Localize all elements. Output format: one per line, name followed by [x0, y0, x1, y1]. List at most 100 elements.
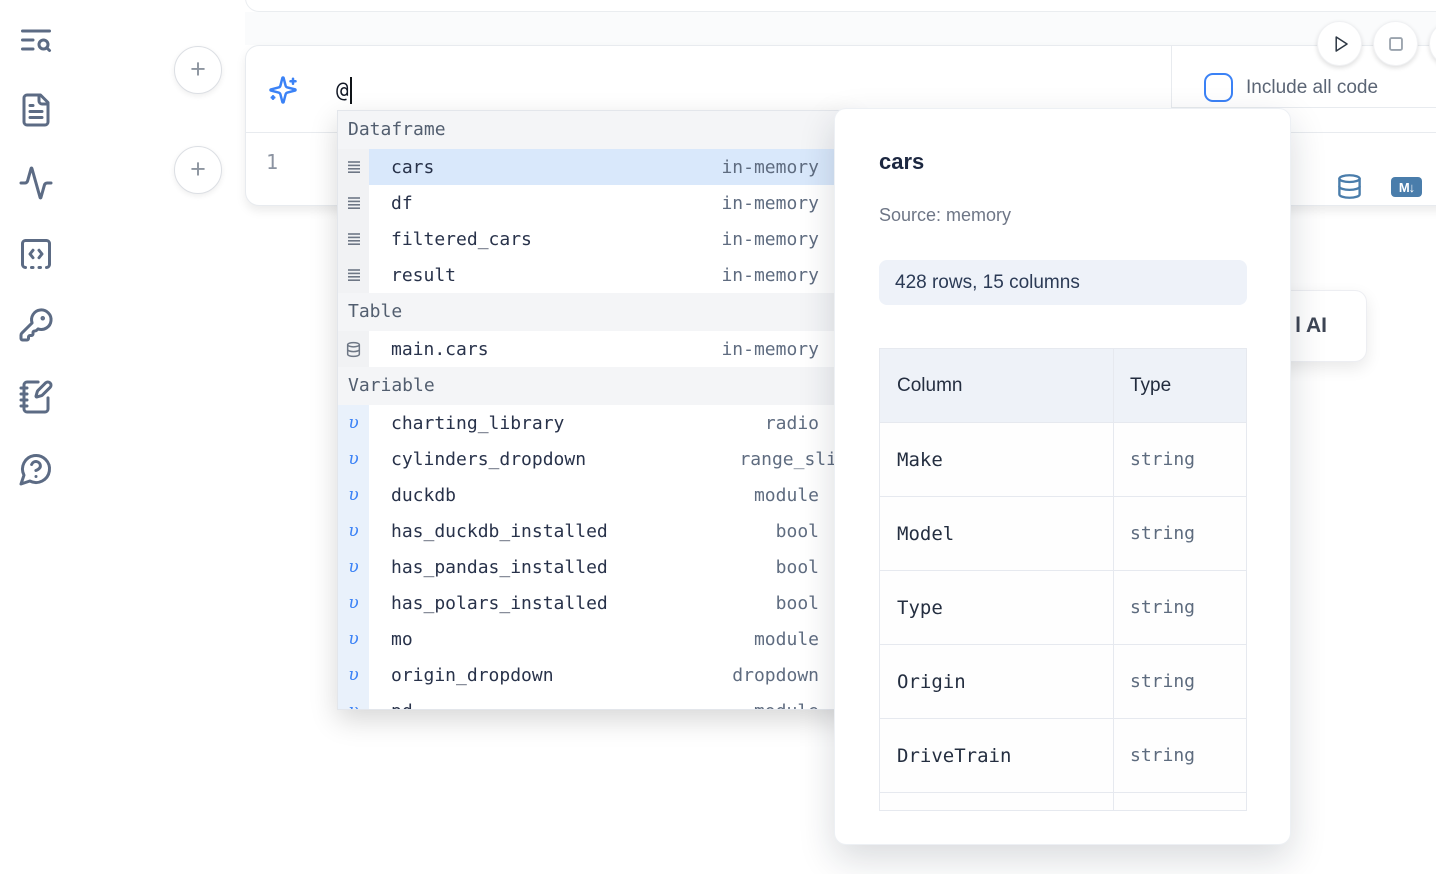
autocomplete-section-header: Variable [338, 367, 851, 405]
file-text-icon[interactable] [18, 92, 54, 128]
autocomplete-item-body: has_duckdb_installedbool [369, 513, 851, 549]
autocomplete-item-body: filtered_carsin-memory [369, 221, 851, 257]
autocomplete-item[interactable]: result in-memory [338, 257, 851, 293]
autocomplete-item[interactable]: υ mo module [338, 621, 851, 657]
completion-name: result [391, 265, 456, 286]
autocomplete-item[interactable]: carsin-memory [338, 149, 851, 185]
autocomplete-item[interactable]: υ has_pandas_installed bool [338, 549, 851, 585]
completion-type: module [754, 701, 819, 711]
autocomplete-item[interactable]: υorigin_dropdowndropdown [338, 657, 851, 693]
completion-name: mo [391, 629, 413, 650]
autocomplete-dropdown: Dataframecarsin-memorydfin-memoryfiltere… [337, 110, 852, 710]
add-cell-button-top[interactable]: + [174, 46, 222, 94]
autocomplete-item[interactable]: filtered_carsin-memory [338, 221, 851, 257]
variable-icon: υ [338, 513, 369, 549]
dataframe-preview-popover: cars Source: memory 428 rows, 15 columns… [834, 108, 1291, 845]
autocomplete-item-body: charting_library radio [369, 405, 851, 441]
autocomplete-item-body: cylinders_dropdown range_sli [369, 441, 851, 477]
completion-type: in-memory [721, 265, 819, 286]
previous-cell-edge [245, 0, 1436, 12]
completion-name: cylinders_dropdown [391, 449, 586, 470]
completion-type: in-memory [721, 157, 819, 178]
autocomplete-item[interactable]: main.cars in-memory [338, 331, 851, 367]
completion-name: origin_dropdown [391, 665, 554, 686]
include-all-code-label: Include all code [1246, 77, 1378, 99]
variable-icon: υ [338, 657, 369, 693]
add-cell-button-bottom[interactable]: + [174, 146, 222, 194]
include-all-code-checkbox[interactable] [1204, 73, 1233, 102]
variable-icon: υ [338, 693, 369, 710]
completion-name: df [391, 193, 413, 214]
variable-icon: υ [338, 477, 369, 513]
ai-prompt-value: @ [336, 78, 349, 102]
database-output-icon[interactable] [1336, 173, 1363, 200]
column-name-cell: Model [880, 497, 1114, 570]
variable-icon: υ [338, 405, 369, 441]
completion-type: module [754, 629, 819, 650]
completion-type: bool [776, 557, 819, 578]
snippets-icon[interactable] [18, 236, 54, 272]
column-name-cell: Make [880, 423, 1114, 496]
autocomplete-item-body: main.cars in-memory [369, 331, 851, 367]
rows-icon [338, 257, 369, 293]
help-icon[interactable] [18, 451, 54, 487]
autocomplete-item-body: pd module [369, 693, 851, 710]
table-row: Makestring [880, 423, 1246, 497]
autocomplete-item-body: has_polars_installedbool [369, 585, 851, 621]
completion-type: range_sli [739, 449, 837, 470]
autocomplete-item[interactable]: υduckdbmodule [338, 477, 851, 513]
autocomplete-item[interactable]: υcylinders_dropdownrange_sli [338, 441, 851, 477]
rows-icon [338, 149, 369, 185]
column-type-cell: string [1114, 423, 1246, 496]
column-type-cell: string [1114, 719, 1246, 792]
variable-icon: υ [338, 549, 369, 585]
autocomplete-item-body: duckdbmodule [369, 477, 851, 513]
markdown-icon[interactable]: M↓ [1391, 177, 1422, 197]
sparkles-icon [268, 75, 298, 105]
key-icon[interactable] [18, 307, 54, 343]
completion-name: filtered_cars [391, 229, 532, 250]
autocomplete-item[interactable]: υ pd module [338, 693, 851, 710]
autocomplete-item[interactable]: υhas_duckdb_installedbool [338, 513, 851, 549]
completion-name: main.cars [391, 339, 489, 360]
ai-prompt-input[interactable]: @ [336, 72, 352, 108]
line-number: 1 [266, 150, 278, 174]
table-row: Originstring [880, 645, 1246, 719]
table-row-clipped [880, 793, 1246, 811]
completion-name: has_pandas_installed [391, 557, 608, 578]
autocomplete-item-body: df in-memory [369, 185, 851, 221]
completion-type: bool [776, 593, 819, 614]
text-search-icon[interactable] [18, 22, 54, 58]
column-type-cell: string [1114, 645, 1246, 718]
marimo-notebook-screen: + + @ Include all code 1 M↓ l AI Datafra… [0, 0, 1436, 874]
autocomplete-item[interactable]: df in-memory [338, 185, 851, 221]
autocomplete-item[interactable]: υ charting_library radio [338, 405, 851, 441]
completion-name: pd [391, 701, 413, 711]
column-name-cell: Column [880, 349, 1114, 422]
column-name-cell: Origin [880, 645, 1114, 718]
stop-button[interactable] [1373, 21, 1418, 66]
run-cell-button[interactable] [1317, 21, 1362, 66]
table-row: DriveTrainstring [880, 719, 1246, 793]
autocomplete-item-body: has_pandas_installed bool [369, 549, 851, 585]
column-type-cell: Type [1114, 349, 1246, 422]
completion-type: in-memory [721, 339, 819, 360]
text-caret [350, 77, 352, 104]
variable-icon: υ [338, 621, 369, 657]
column-name-cell: Type [880, 571, 1114, 644]
rows-icon [338, 221, 369, 257]
autocomplete-item[interactable]: υhas_polars_installedbool [338, 585, 851, 621]
preview-source: Source: memory [879, 205, 1011, 226]
completion-type: radio [765, 413, 819, 434]
column-name-cell [880, 793, 1114, 811]
play-icon [1327, 31, 1353, 57]
completion-name: charting_library [391, 413, 564, 434]
completion-type: in-memory [721, 193, 819, 214]
table-row: Modelstring [880, 497, 1246, 571]
autocomplete-section-header: Table [338, 293, 851, 331]
database-icon [338, 331, 369, 367]
activity-icon[interactable] [18, 165, 54, 201]
column-name-cell: DriveTrain [880, 719, 1114, 792]
notebook-pen-icon[interactable] [18, 379, 54, 415]
column-type-cell [1114, 793, 1246, 811]
